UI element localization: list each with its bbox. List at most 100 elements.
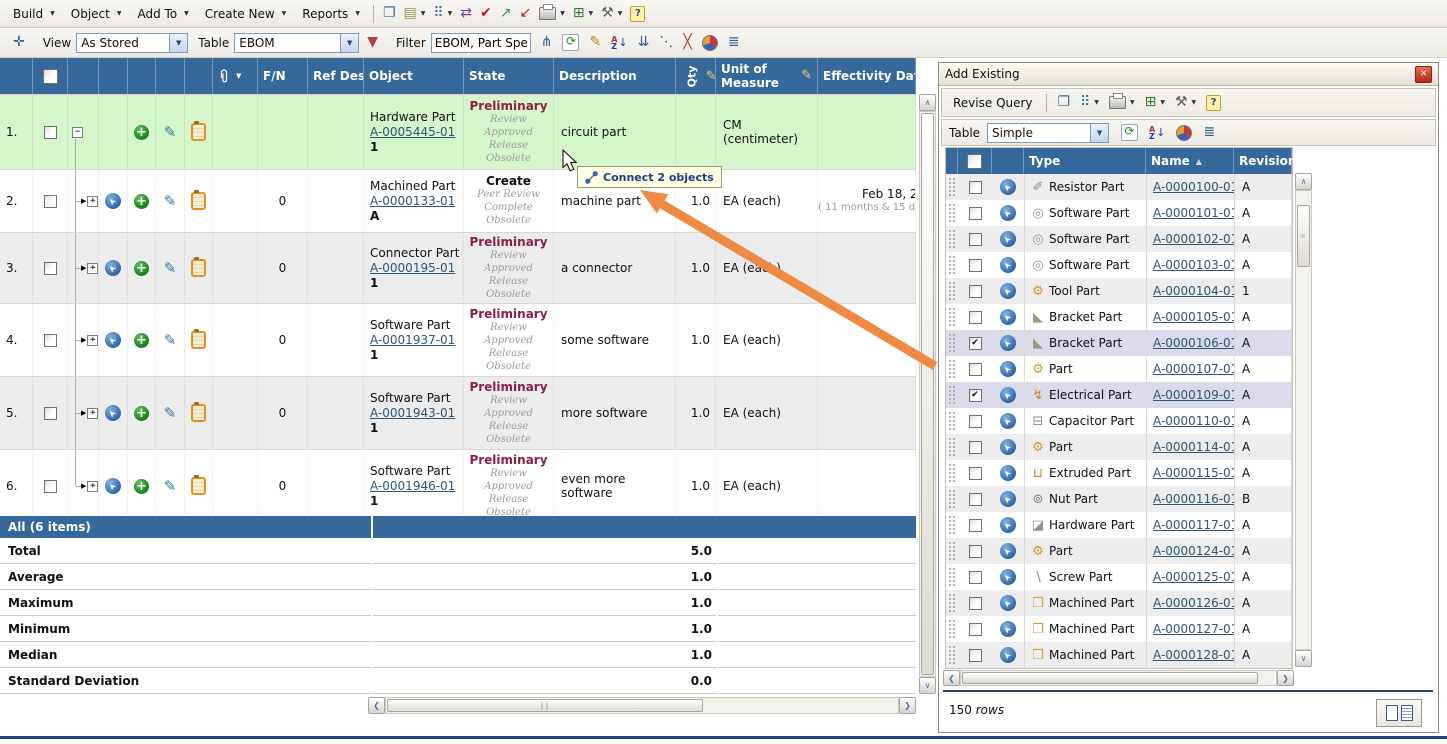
part-number-link[interactable]: A-0000126-01 (1153, 596, 1234, 610)
drag-handle[interactable] (946, 564, 958, 590)
part-number-link[interactable]: A-0001937-01 (370, 333, 455, 348)
add-icon[interactable]: + (134, 194, 149, 209)
edit-icon[interactable]: ✎ (164, 477, 177, 495)
checkbox[interactable] (969, 441, 982, 454)
filter-input[interactable] (431, 33, 531, 53)
chevron-down-icon[interactable]: ▼ (1090, 124, 1108, 142)
drag-handle[interactable] (946, 460, 958, 486)
navigate-icon[interactable]: ➤ (105, 193, 121, 209)
scroll-right-icon[interactable]: ❯ (1277, 670, 1294, 686)
drag-handle[interactable] (946, 486, 958, 512)
dropdown-arrow-icon[interactable]: ▼ (1130, 99, 1135, 106)
navigate-icon[interactable]: ➤ (105, 478, 121, 494)
copy-icon[interactable]: ▤▼ (400, 4, 430, 23)
checkbox[interactable] (969, 415, 982, 428)
pie-chart-icon[interactable] (1172, 123, 1196, 143)
view-select[interactable]: As Stored ▼ (76, 33, 188, 53)
expand-icon[interactable]: + (87, 408, 98, 419)
windows-icon[interactable]: ❐ (1054, 93, 1075, 112)
part-number-link[interactable]: A-0000109-01 (1153, 388, 1234, 402)
collapse-icon[interactable]: − (72, 127, 83, 138)
scrollbar-track[interactable]: ≡ (1295, 190, 1312, 650)
export-table-icon[interactable]: ⊞▼ (569, 4, 597, 23)
navigate-icon[interactable]: ➤ (1000, 647, 1016, 663)
part-number-link[interactable]: A-0000106-01 (1153, 336, 1234, 350)
navigate-icon[interactable]: ➤ (1000, 465, 1016, 481)
part-number-link[interactable]: A-0000104-01 (1153, 284, 1234, 298)
expand-table-icon[interactable]: ✛ (9, 33, 29, 52)
dropdown-arrow-icon[interactable]: ▼ (1160, 99, 1165, 106)
edit-column-icon[interactable]: ✎ (801, 69, 812, 83)
menu-reports[interactable]: Reports▼ (294, 5, 368, 23)
part-number-link[interactable]: A-0000115-01 (1153, 466, 1234, 480)
expand-icon[interactable]: + (87, 481, 98, 492)
scroll-up-icon[interactable]: ∧ (919, 94, 936, 111)
checkbox[interactable] (969, 623, 982, 636)
structure-paste-icon[interactable]: ⠿▼ (429, 4, 456, 23)
checkbox[interactable] (43, 69, 58, 84)
print-icon[interactable]: ▼ (1105, 94, 1139, 111)
scrollbar-track[interactable] (960, 670, 1277, 686)
navigate-icon[interactable]: ➤ (1000, 569, 1016, 585)
refresh-icon[interactable]: ⟳ (1117, 122, 1142, 143)
navigate-icon[interactable]: ➤ (105, 260, 121, 276)
tools-icon[interactable]: ⚒▼ (597, 4, 626, 23)
part-number-link[interactable]: A-0000102-01 (1153, 232, 1234, 246)
scrollbar-thumb[interactable]: ≡ (1297, 205, 1310, 267)
navigate-icon[interactable]: ➤ (105, 332, 121, 348)
drag-handle[interactable] (946, 590, 958, 616)
clipboard-icon[interactable] (191, 259, 206, 277)
navigate-icon[interactable]: ➤ (1000, 439, 1016, 455)
navigate-icon[interactable]: ➤ (1000, 491, 1016, 507)
sort-ascending-icon[interactable]: ▲ (1196, 157, 1202, 166)
drag-handle[interactable] (946, 200, 958, 226)
drag-handle[interactable] (946, 434, 958, 460)
drag-handle[interactable] (946, 356, 958, 382)
expand-icon[interactable]: + (87, 196, 98, 207)
checkbox[interactable] (969, 259, 982, 272)
edit-icon[interactable]: ✎ (164, 192, 177, 210)
checkbox[interactable] (969, 363, 982, 376)
results-vertical-scrollbar[interactable]: ∧ ≡ ∨ (1295, 173, 1312, 667)
checkbox[interactable] (969, 181, 982, 194)
add-icon[interactable]: + (134, 333, 149, 348)
tools-icon[interactable]: ⚒▼ (1171, 93, 1200, 112)
checkbox[interactable] (44, 407, 57, 420)
dropdown-arrow-icon[interactable]: ▼ (589, 10, 594, 17)
navigate-icon[interactable]: ➤ (1000, 595, 1016, 611)
sort-az-icon[interactable]: AZ↓ (1145, 124, 1169, 142)
help-icon[interactable]: ? (1202, 93, 1225, 113)
navigate-icon[interactable]: ➤ (1000, 335, 1016, 351)
scroll-left-icon[interactable]: ❮ (368, 697, 385, 714)
add-icon[interactable]: + (134, 406, 149, 421)
structure-paste-icon[interactable]: ⠿▼ (1076, 93, 1103, 112)
checkbox[interactable] (44, 480, 57, 493)
clipboard-icon[interactable] (191, 331, 206, 349)
single-page-icon[interactable] (1401, 705, 1413, 721)
drag-handle[interactable] (946, 642, 958, 668)
navigate-icon[interactable]: ➤ (1000, 309, 1016, 325)
part-number-link[interactable]: A-0000124-01 (1153, 544, 1234, 558)
scroll-down-icon[interactable]: ∨ (919, 677, 936, 694)
dropdown-arrow-icon[interactable]: ▼ (560, 10, 565, 17)
table-prefs-icon[interactable]: ≣ (724, 33, 744, 52)
clipboard-icon[interactable] (191, 192, 206, 210)
part-number-link[interactable]: A-0000195-01 (370, 261, 455, 276)
checkbox[interactable] (44, 334, 57, 347)
drag-handle[interactable] (946, 382, 958, 408)
edit-table-icon[interactable]: ✎ (585, 33, 605, 52)
checkbox[interactable] (969, 545, 982, 558)
part-number-link[interactable]: A-0000100-01 (1153, 180, 1234, 194)
structure-compare-icon[interactable]: ⋱ (655, 33, 677, 52)
part-number-link[interactable]: A-0000133-01 (370, 194, 455, 209)
navigate-icon[interactable]: ➤ (1000, 543, 1016, 559)
menu-add-to[interactable]: Add To▼ (129, 5, 196, 23)
checkbox[interactable] (967, 154, 982, 169)
navigate-icon[interactable]: ➤ (1000, 413, 1016, 429)
edit-icon[interactable]: ✎ (164, 123, 177, 141)
drag-handle[interactable] (946, 616, 958, 642)
checkbox[interactable] (969, 649, 982, 662)
checkbox[interactable] (969, 311, 982, 324)
edit-icon[interactable]: ✎ (164, 404, 177, 422)
revise-query-button[interactable]: Revise Query (947, 94, 1039, 112)
